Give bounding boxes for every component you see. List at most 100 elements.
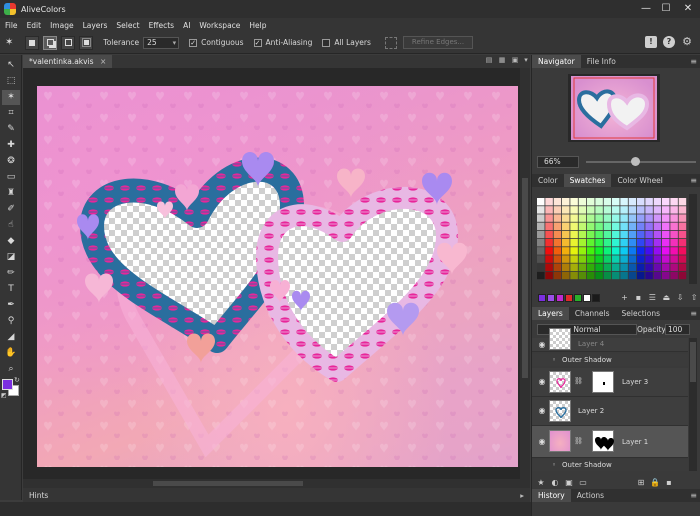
- swatch-cell[interactable]: [595, 263, 603, 271]
- swatch-cell[interactable]: [595, 230, 603, 239]
- layer-row-selected[interactable]: ◉ ⛓ Layer 1: [532, 426, 688, 458]
- export-swatches-icon[interactable]: ⇧: [689, 293, 699, 303]
- swatch-cell[interactable]: [570, 255, 578, 263]
- tab-color-wheel[interactable]: Color Wheel: [611, 174, 668, 187]
- swatch-cell[interactable]: [670, 230, 678, 239]
- recent-swatch[interactable]: [582, 294, 591, 302]
- shape-tool-icon[interactable]: ◢: [2, 330, 20, 345]
- swatch-cell[interactable]: [553, 214, 562, 222]
- tab-file-info[interactable]: File Info: [581, 55, 622, 68]
- swatch-cell[interactable]: [612, 247, 620, 255]
- gradient-tool-icon[interactable]: ◪: [2, 250, 20, 265]
- swatch-cell[interactable]: [645, 214, 653, 222]
- recent-swatch[interactable]: [564, 294, 573, 302]
- swatch-cell[interactable]: [628, 255, 637, 263]
- swatch-cell[interactable]: [545, 222, 553, 230]
- swatch-cell[interactable]: [545, 271, 553, 280]
- layer-effect-row[interactable]: ◦ Outer Shadow: [532, 459, 688, 471]
- selection-mode-icon[interactable]: [384, 36, 397, 49]
- swatch-cell[interactable]: [637, 222, 645, 230]
- menu-file[interactable]: File: [5, 21, 18, 30]
- swatch-cell[interactable]: [545, 214, 553, 222]
- swatch-cell[interactable]: [628, 239, 637, 247]
- swatch-cell[interactable]: [603, 271, 612, 280]
- swatch-cell[interactable]: [637, 198, 645, 206]
- contiguous-checkbox[interactable]: ✓: [189, 38, 198, 47]
- image-canvas[interactable]: [37, 86, 518, 467]
- clone-tool-icon[interactable]: ❂: [2, 154, 20, 169]
- swatch-cell[interactable]: [570, 239, 578, 247]
- zoom-slider[interactable]: [586, 161, 696, 163]
- swatch-cell[interactable]: [570, 206, 578, 214]
- swatch-cell[interactable]: [678, 247, 687, 255]
- swatch-cell[interactable]: [587, 198, 595, 206]
- swatch-cell[interactable]: [628, 271, 637, 280]
- layer-mask-thumbnail[interactable]: [592, 371, 614, 393]
- swatch-cell[interactable]: [578, 255, 587, 263]
- swatches-grid[interactable]: [537, 198, 687, 280]
- save-swatches-icon[interactable]: ⇩: [675, 293, 685, 303]
- link-chain-icon[interactable]: ⛓: [574, 377, 583, 385]
- swatch-cell[interactable]: [553, 222, 562, 230]
- swatch-cell[interactable]: [603, 255, 612, 263]
- swatch-cell[interactable]: [595, 198, 603, 206]
- swatch-cell[interactable]: [662, 271, 670, 280]
- visibility-eye-icon[interactable]: ◉: [537, 377, 547, 387]
- menu-ai[interactable]: AI: [183, 21, 190, 30]
- swatch-cell[interactable]: [653, 206, 662, 214]
- layers-scroll-thumb[interactable]: [690, 342, 696, 382]
- swatch-cell[interactable]: [562, 255, 570, 263]
- hand-tool-icon[interactable]: ✋: [2, 346, 20, 361]
- visibility-eye-icon[interactable]: ◉: [537, 340, 547, 350]
- vertical-scroll-thumb[interactable]: [522, 178, 528, 378]
- swatch-cell[interactable]: [612, 263, 620, 271]
- swatch-cell[interactable]: [537, 206, 545, 214]
- navigator-menu-icon[interactable]: ≡: [690, 55, 697, 68]
- text-tool-icon[interactable]: T: [2, 282, 20, 297]
- swatch-cell[interactable]: [578, 198, 587, 206]
- eyedropper-tool-icon[interactable]: ✎: [2, 122, 20, 137]
- layer-row[interactable]: ◉ ⛓ Layer 3: [532, 368, 688, 397]
- swatch-cell[interactable]: [578, 206, 587, 214]
- swatch-cell[interactable]: [653, 271, 662, 280]
- swatch-cell[interactable]: [578, 214, 587, 222]
- swatch-cell[interactable]: [637, 206, 645, 214]
- recent-swatch[interactable]: [555, 294, 564, 302]
- swatch-cell[interactable]: [662, 263, 670, 271]
- swatch-cell[interactable]: [537, 255, 545, 263]
- swatch-cell[interactable]: [620, 239, 628, 247]
- color-panel-menu-icon[interactable]: ≡: [690, 174, 697, 187]
- swatch-cell[interactable]: [653, 230, 662, 239]
- hints-panel[interactable]: Hints ▸: [23, 488, 530, 502]
- swatch-cell[interactable]: [603, 214, 612, 222]
- notification-icon[interactable]: !: [645, 36, 657, 48]
- layer-mask-thumbnail[interactable]: [592, 430, 614, 452]
- tab-actions[interactable]: Actions: [571, 489, 610, 502]
- swatch-cell[interactable]: [595, 271, 603, 280]
- tab-color[interactable]: Color: [532, 174, 564, 187]
- swatch-cell[interactable]: [562, 198, 570, 206]
- swatch-cell[interactable]: [570, 198, 578, 206]
- pen-tool-icon[interactable]: ✒: [2, 298, 20, 313]
- menu-effects[interactable]: Effects: [149, 21, 175, 30]
- menu-select[interactable]: Select: [116, 21, 139, 30]
- swatch-cell[interactable]: [587, 206, 595, 214]
- swatch-cell[interactable]: [670, 198, 678, 206]
- adjustment-layer-icon[interactable]: ◐: [550, 478, 560, 488]
- swatch-cell[interactable]: [595, 255, 603, 263]
- menu-image[interactable]: Image: [50, 21, 74, 30]
- swatch-cell[interactable]: [587, 239, 595, 247]
- document-info-icon[interactable]: ▤: [484, 56, 494, 66]
- swatch-cell[interactable]: [570, 214, 578, 222]
- swatch-cell[interactable]: [595, 247, 603, 255]
- add-selection-button[interactable]: [43, 35, 58, 50]
- visibility-eye-icon[interactable]: ◉: [537, 437, 547, 447]
- swatch-cell[interactable]: [578, 263, 587, 271]
- swatch-cell[interactable]: [603, 230, 612, 239]
- swatch-cell[interactable]: [637, 214, 645, 222]
- recent-swatch[interactable]: [591, 294, 600, 302]
- new-group-icon[interactable]: ▭: [578, 478, 588, 488]
- swatch-cell[interactable]: [653, 222, 662, 230]
- swatch-cell[interactable]: [545, 206, 553, 214]
- new-layer-icon[interactable]: ⊞: [636, 478, 646, 488]
